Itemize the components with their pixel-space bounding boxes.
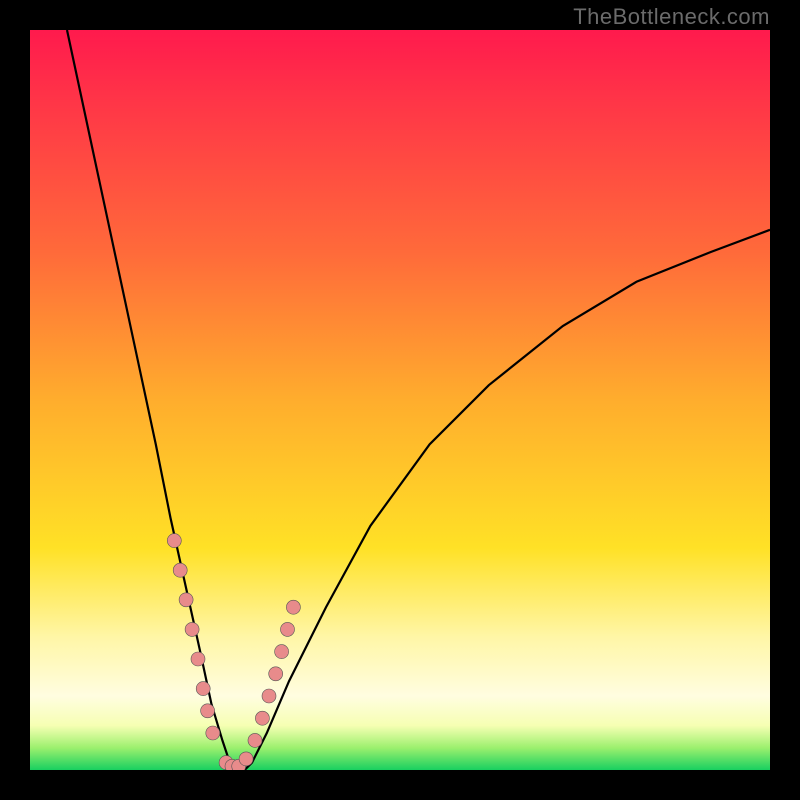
data-dot	[201, 704, 215, 718]
data-dot	[206, 726, 220, 740]
data-dot	[173, 563, 187, 577]
data-dot	[167, 534, 181, 548]
chart-container: TheBottleneck.com	[0, 0, 800, 800]
data-dot	[275, 645, 289, 659]
data-dot	[286, 600, 300, 614]
data-dot	[191, 652, 205, 666]
data-dot	[262, 689, 276, 703]
data-dot	[281, 622, 295, 636]
curve-svg	[30, 30, 770, 770]
data-dot	[196, 682, 210, 696]
data-dot	[239, 752, 253, 766]
bottleneck-curve	[67, 30, 770, 770]
dot-group	[167, 534, 300, 770]
data-dot	[179, 593, 193, 607]
plot-area	[30, 30, 770, 770]
watermark-text: TheBottleneck.com	[573, 4, 770, 30]
data-dot	[255, 711, 269, 725]
data-dot	[248, 733, 262, 747]
data-dot	[185, 622, 199, 636]
data-dot	[269, 667, 283, 681]
